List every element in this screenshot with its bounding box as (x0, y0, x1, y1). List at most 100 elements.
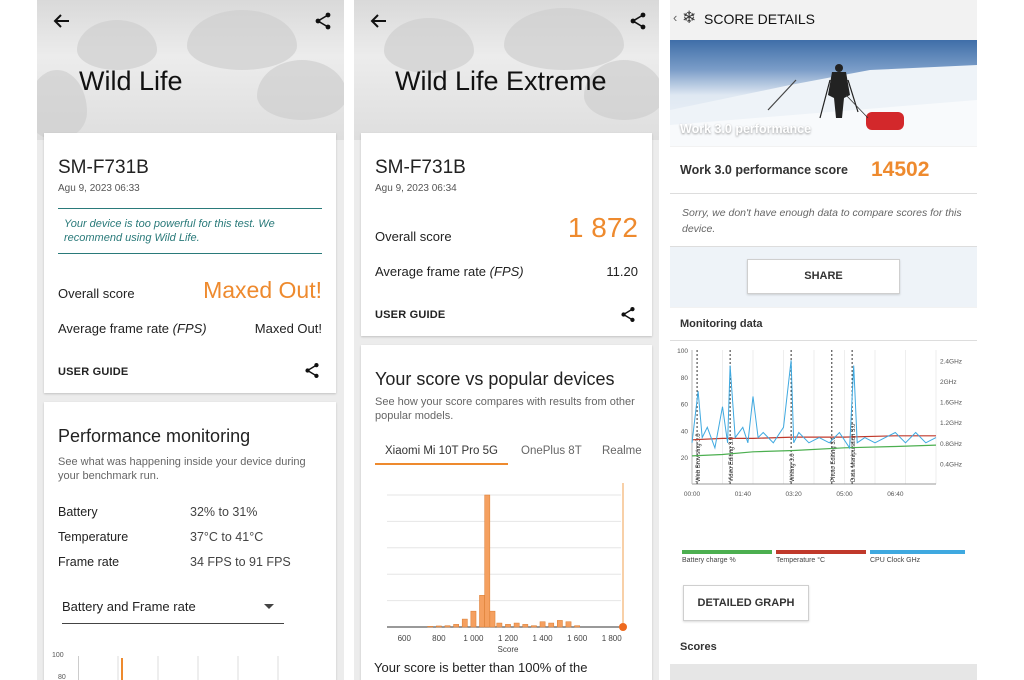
stat-frame-rate: Frame rate 34 FPS to 91 FPS (58, 555, 291, 569)
share-result-icon[interactable] (304, 362, 320, 384)
x-tick-label: 800 (432, 634, 446, 643)
fps-row: Average frame rate (FPS) Maxed Out! (58, 321, 322, 336)
y-right-tick-label: 0.8GHz (940, 441, 962, 448)
scores-heading: Scores (680, 641, 717, 653)
histogram-bar (496, 622, 503, 628)
overall-score-value: Maxed Out! (203, 277, 322, 303)
histogram-bar (557, 620, 563, 628)
histogram-bar (522, 624, 529, 628)
legend-swatch (776, 550, 866, 554)
y-left-tick-label: 20 (681, 455, 689, 462)
fps-label: Average frame rate (375, 264, 487, 279)
share-button[interactable]: SHARE (747, 259, 900, 294)
x-tick-label: 01:40 (735, 491, 752, 498)
histogram-bar (574, 625, 580, 628)
test-title: Wild Life (79, 66, 183, 96)
fps-unit: (FPS) (172, 321, 207, 336)
legend-swatch (870, 550, 965, 554)
user-guide-link[interactable]: USER GUIDE (375, 309, 445, 321)
back-arrow-icon[interactable] (370, 12, 388, 36)
x-tick-label: 00:00 (684, 491, 701, 498)
device-tabs: Xiaomi Mi 10T Pro 5G OnePlus 8T Realme (375, 445, 652, 471)
histogram-bar (461, 618, 468, 628)
workload-label: Video Editing 3.0 (729, 436, 735, 482)
stat-battery: Battery 32% to 31% (58, 505, 257, 519)
histogram-bar (505, 624, 511, 628)
histogram-bar (513, 622, 520, 628)
histogram-bar (427, 626, 434, 628)
overall-score-row: Overall score Maxed Out! (58, 277, 322, 303)
y-right-tick-label: 1.2GHz (940, 420, 962, 427)
stat-label: Frame rate (58, 555, 120, 569)
tab-xiaomi-mi-10t-pro-5g[interactable]: Xiaomi Mi 10T Pro 5G (375, 445, 508, 465)
snowflake-icon: ❄ (682, 8, 697, 27)
workload-label: Writing 3.0 (790, 453, 796, 482)
fps-value: 11.20 (606, 264, 638, 279)
share-result-icon[interactable] (620, 306, 636, 328)
y-right-tick-label: 2GHz (940, 379, 957, 386)
x-tick-label: 03:20 (786, 491, 803, 498)
mini-axis-100: 100 (52, 652, 64, 659)
y-left-tick-label: 100 (677, 348, 688, 355)
device-name: SM-F731B (375, 157, 466, 178)
monitoring-section: Monitoring data 20 40 60 80 100 0.4GHz 0.8GHz 1… (670, 308, 977, 680)
too-powerful-note: Your device is too powerful for this tes… (58, 208, 322, 254)
detailed-graph-button[interactable]: DETAILED GRAPH (683, 585, 809, 621)
histogram-bar (548, 622, 555, 628)
score-histogram: 600 800 1 000 1 200 1 400 1 600 1 800 Score (387, 483, 627, 653)
score-details-header: ‹ ❄ SCORE DETAILS (670, 0, 977, 38)
overall-score-row: Overall score 1 872 (375, 212, 638, 244)
mini-chart (78, 656, 279, 680)
fps-label: Average frame rate (58, 321, 170, 336)
stat-label: Battery (58, 505, 98, 519)
histogram-bar (539, 621, 546, 628)
performance-title: Performance monitoring (58, 426, 251, 446)
x-tick-label: 1 400 (533, 634, 554, 643)
x-tick-label: 1 000 (463, 634, 484, 643)
share-area: SHARE (670, 247, 977, 307)
performance-card: Performance monitoring See what was happ… (44, 402, 336, 680)
tab-oneplus-8t[interactable]: OnePlus 8T (521, 445, 582, 463)
chart-type-dropdown[interactable]: Battery and Frame rate (62, 599, 284, 624)
share-icon[interactable] (629, 12, 647, 35)
better-than-text: Your score is better than 100% of the (374, 660, 588, 675)
wild-life-extreme-panel: Wild Life Extreme SM-F731B Agu 9, 2023 0… (354, 0, 659, 680)
user-guide-link[interactable]: USER GUIDE (58, 366, 128, 378)
back-arrow-icon[interactable] (53, 12, 71, 36)
wild-life-panel: Wild Life SM-F731B Agu 9, 2023 06:33 You… (37, 0, 344, 680)
histogram-bar (489, 610, 496, 628)
x-axis-label: Score (498, 645, 519, 653)
divider (670, 340, 977, 341)
no-data-message: Sorry, we don't have enough data to comp… (682, 207, 962, 235)
histogram-bar (436, 625, 442, 628)
your-score-marker (619, 623, 627, 631)
histogram-bar (565, 621, 572, 628)
chevron-down-icon (264, 604, 274, 609)
legend-temperature: Temperature °C (776, 550, 866, 564)
tab-realme[interactable]: Realme (602, 445, 642, 463)
stat-value: 34 FPS to 91 FPS (190, 555, 291, 569)
workload-label: Photo Editing 3.0 (831, 436, 837, 482)
share-icon[interactable] (314, 12, 332, 35)
benchmark-photo: Work 3.0 performance (670, 40, 977, 146)
y-right-tick-label: 0.4GHz (940, 461, 962, 468)
fps-value: Maxed Out! (254, 321, 322, 336)
result-card: SM-F731B Agu 9, 2023 06:33 Your device i… (44, 133, 336, 393)
header-title: SCORE DETAILS (704, 11, 815, 27)
score-details-panel: ‹ ❄ SCORE DETAILS Work 3.0 performance W… (670, 0, 977, 680)
x-tick-label: 1 200 (498, 634, 519, 643)
test-title: Wild Life Extreme (395, 66, 607, 96)
back-chevron-icon[interactable]: ‹ (673, 10, 677, 25)
y-left-tick-label: 60 (681, 402, 689, 409)
score-label: Work 3.0 performance score (680, 163, 848, 177)
scores-list-start (670, 664, 977, 680)
overall-score-value: 1 872 (567, 212, 638, 243)
comparison-title: Your score vs popular devices (375, 369, 615, 389)
overall-score-label: Overall score (58, 286, 135, 301)
x-tick-label: 600 (398, 634, 412, 643)
x-tick-label: 06:40 (887, 491, 904, 498)
comparison-card: Your score vs popular devices See how yo… (361, 345, 652, 680)
score-value: 14502 (871, 158, 930, 181)
legend-label: Battery charge % (682, 557, 736, 564)
photo-label: Work 3.0 performance (680, 122, 812, 136)
